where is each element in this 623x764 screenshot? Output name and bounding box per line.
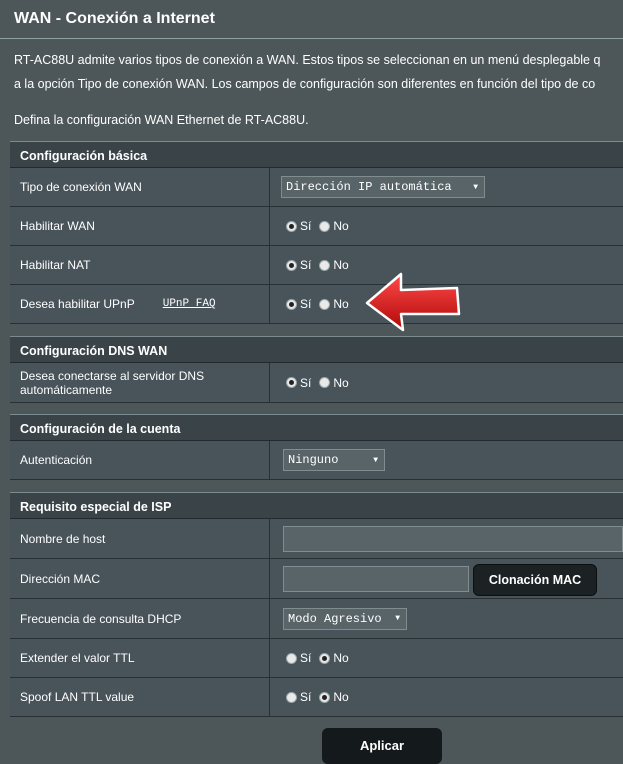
row-extend-ttl: Extender el valor TTL Sí No bbox=[10, 639, 623, 678]
auth-select[interactable]: Ninguno ▼ bbox=[283, 449, 385, 471]
row-wan-type: Tipo de conexión WAN Dirección IP automá… bbox=[10, 168, 623, 207]
enable-nat-yes-radio[interactable] bbox=[286, 259, 297, 271]
description-line-1: RT-AC88U admite varios tipos de conexión… bbox=[14, 53, 601, 67]
section-header-account: Configuración de la cuenta bbox=[10, 414, 623, 441]
page-title: WAN - Conexión a Internet bbox=[14, 10, 215, 27]
radio-yes-label: Sí bbox=[300, 258, 312, 272]
auto-dns-yes-radio[interactable] bbox=[286, 377, 297, 388]
enable-wan-no-radio[interactable] bbox=[319, 220, 331, 232]
wan-type-label: Tipo de conexión WAN bbox=[10, 168, 270, 206]
dhcp-frequency-select[interactable]: Modo Agresivo ▼ bbox=[283, 607, 407, 630]
upnp-faq-link[interactable]: UPnP FAQ bbox=[163, 297, 216, 311]
mac-input[interactable] bbox=[283, 565, 469, 592]
extend-ttl-no-radio[interactable] bbox=[319, 652, 331, 664]
spoof-ttl-no-radio[interactable] bbox=[319, 691, 331, 703]
row-spoof-ttl: Spoof LAN TTL value Sí No bbox=[10, 678, 623, 717]
row-hostname: Nombre de host bbox=[10, 519, 623, 559]
radio-no-label: No bbox=[333, 375, 349, 390]
enable-wan-yes-radio[interactable] bbox=[286, 220, 297, 232]
radio-yes-label: Sí bbox=[300, 375, 312, 390]
title-divider bbox=[0, 38, 623, 39]
left-arrow-icon bbox=[365, 272, 461, 332]
section-header-dns: Configuración DNS WAN bbox=[10, 336, 623, 363]
dhcp-frequency-value: Modo Agresivo bbox=[288, 611, 382, 626]
row-upnp: Desea habilitar UPnP UPnP FAQ Sí No bbox=[10, 285, 623, 324]
row-mac-address: Dirección MAC Clonación MAC bbox=[10, 559, 623, 599]
upnp-no-radio[interactable] bbox=[319, 298, 331, 310]
section-header-isp: Requisito especial de ISP bbox=[10, 492, 623, 519]
radio-yes-label: Sí bbox=[300, 651, 312, 665]
wan-type-value: Dirección IP automática bbox=[286, 180, 452, 194]
description-line-3: Defina la configuración WAN Ethernet de … bbox=[14, 113, 309, 127]
auth-label: Autenticación bbox=[10, 441, 270, 479]
auto-dns-label: Desea conectarse al servidor DNS automát… bbox=[10, 363, 270, 402]
row-enable-wan: Habilitar WAN Sí No bbox=[10, 207, 623, 246]
dhcp-frequency-label: Frecuencia de consulta DHCP bbox=[10, 599, 270, 638]
spoof-ttl-yes-radio[interactable] bbox=[286, 691, 297, 703]
hostname-input[interactable] bbox=[283, 525, 623, 552]
upnp-yes-radio[interactable] bbox=[286, 298, 297, 310]
enable-wan-label: Habilitar WAN bbox=[10, 207, 270, 245]
caret-down-icon: ▼ bbox=[373, 455, 378, 465]
radio-no-label: No bbox=[333, 297, 349, 311]
caret-down-icon: ▼ bbox=[395, 614, 400, 623]
radio-yes-label: Sí bbox=[300, 219, 312, 233]
spoof-ttl-label: Spoof LAN TTL value bbox=[10, 678, 270, 716]
mac-clone-button[interactable]: Clonación MAC bbox=[473, 564, 597, 596]
description-line-2: a la opción Tipo de conexión WAN. Los ca… bbox=[14, 77, 596, 91]
hostname-label: Nombre de host bbox=[10, 519, 270, 558]
radio-no-label: No bbox=[333, 651, 349, 665]
wan-type-select[interactable]: Dirección IP automática ▼ bbox=[281, 176, 485, 198]
radio-no-label: No bbox=[333, 690, 349, 704]
radio-no-label: No bbox=[333, 219, 349, 233]
row-enable-nat: Habilitar NAT Sí No bbox=[10, 246, 623, 285]
row-authentication: Autenticación Ninguno ▼ bbox=[10, 441, 623, 480]
auth-value: Ninguno bbox=[288, 453, 339, 467]
row-dhcp-frequency: Frecuencia de consulta DHCP Modo Agresiv… bbox=[10, 599, 623, 639]
extend-ttl-yes-radio[interactable] bbox=[286, 652, 297, 664]
apply-button[interactable]: Aplicar bbox=[322, 728, 442, 764]
enable-nat-no-radio[interactable] bbox=[319, 259, 331, 271]
upnp-label: Desea habilitar UPnP bbox=[20, 297, 135, 311]
extend-ttl-label: Extender el valor TTL bbox=[10, 639, 270, 677]
section-header-basic: Configuración básica bbox=[10, 141, 623, 168]
upnp-label-cell: Desea habilitar UPnP UPnP FAQ bbox=[10, 285, 270, 323]
radio-no-label: No bbox=[333, 258, 349, 272]
enable-nat-label: Habilitar NAT bbox=[10, 246, 270, 284]
row-auto-dns: Desea conectarse al servidor DNS automát… bbox=[10, 363, 623, 403]
radio-yes-label: Sí bbox=[300, 297, 312, 311]
mac-label: Dirección MAC bbox=[10, 559, 270, 598]
caret-down-icon: ▼ bbox=[473, 182, 478, 192]
auto-dns-no-radio[interactable] bbox=[319, 377, 331, 388]
radio-yes-label: Sí bbox=[300, 690, 312, 704]
